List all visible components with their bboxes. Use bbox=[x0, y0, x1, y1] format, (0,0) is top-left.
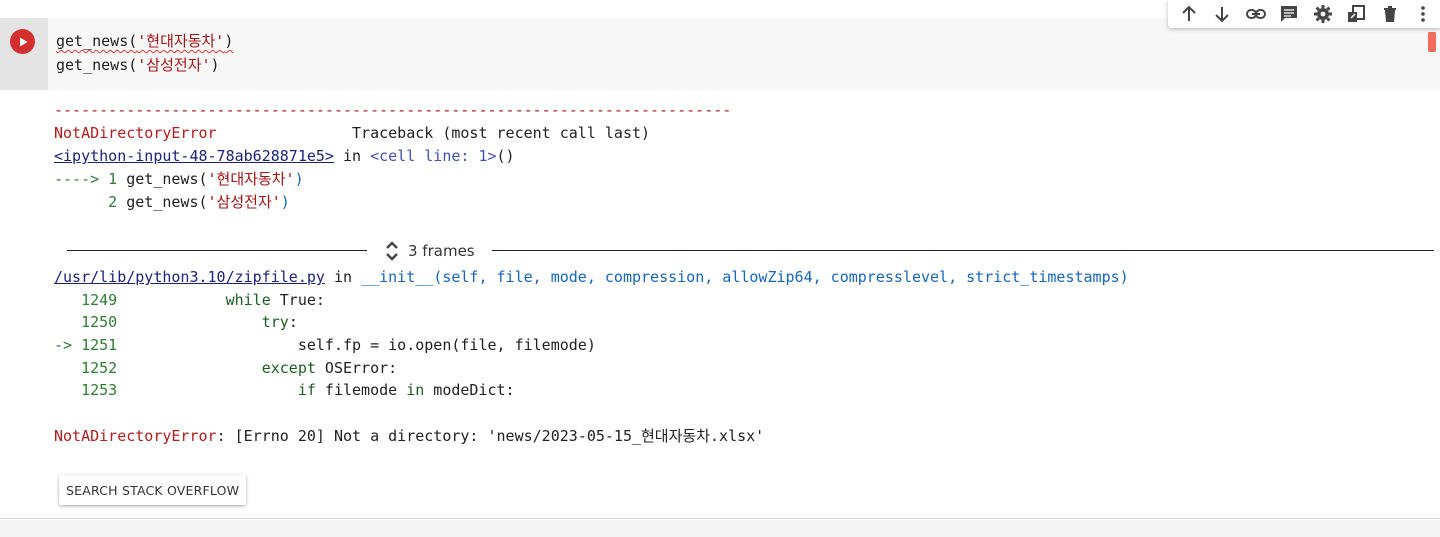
cell-line-ref: <cell line: 1> bbox=[370, 147, 497, 165]
cell-toolbar bbox=[1168, 0, 1440, 28]
code-line-1-text: get_news('현대자동차') bbox=[56, 32, 234, 50]
source-line-1250: 1250 try: bbox=[54, 313, 298, 331]
traceback-location: <ipython-input-48-78ab628871e5> in <cell… bbox=[54, 147, 515, 165]
unfold-icon bbox=[386, 241, 398, 261]
move-cell-up-button[interactable] bbox=[1172, 0, 1206, 28]
more-options-button[interactable] bbox=[1407, 0, 1440, 28]
final-error-line: NotADirectoryError: [Errno 20] Not a dir… bbox=[54, 425, 764, 447]
frame-args: (self, file, mode, compression, allowZip… bbox=[433, 268, 1129, 286]
zipfile-link[interactable]: /usr/lib/python3.10/zipfile.py bbox=[54, 268, 325, 286]
add-comment-button[interactable] bbox=[1273, 0, 1307, 28]
final-error-message: : [Errno 20] Not a directory: 'news/2023… bbox=[216, 427, 765, 445]
code-editor[interactable] bbox=[48, 18, 1440, 90]
error-name: NotADirectoryError bbox=[54, 124, 217, 142]
traceback-separator: ----------------------------------------… bbox=[54, 101, 732, 119]
comment-icon bbox=[1281, 6, 1298, 22]
arrow-down-icon bbox=[1215, 7, 1229, 23]
more-vert-icon bbox=[1421, 6, 1426, 22]
traceback-label: Traceback (most recent call last) bbox=[352, 124, 651, 142]
mirror-cell-icon bbox=[1348, 5, 1366, 22]
ipython-input-link[interactable]: <ipython-input-48-78ab628871e5> bbox=[54, 147, 334, 165]
frames-toggle[interactable]: 3 frames bbox=[384, 238, 475, 264]
run-cell-button[interactable] bbox=[10, 29, 35, 54]
mirror-cell-button[interactable] bbox=[1340, 0, 1374, 28]
delete-cell-button[interactable] bbox=[1373, 0, 1407, 28]
editor-scrollbar-marker[interactable] bbox=[1428, 32, 1436, 52]
search-stack-overflow-button[interactable]: SEARCH STACK OVERFLOW bbox=[59, 475, 247, 505]
source-line-1251: -> 1251 self.fp = io.open(file, filemode… bbox=[54, 336, 596, 354]
source-line-1252: 1252 except OSError: bbox=[54, 359, 398, 377]
code-line-2[interactable]: get_news('삼성전자') bbox=[56, 54, 220, 76]
frames-divider-left bbox=[67, 250, 367, 251]
code-line-1[interactable]: get_news('현대자동차') bbox=[56, 30, 233, 52]
cell-settings-button[interactable] bbox=[1306, 0, 1340, 28]
frames-label: 3 frames bbox=[408, 242, 475, 260]
move-cell-down-button[interactable] bbox=[1206, 0, 1240, 28]
frames-divider-right bbox=[492, 250, 1434, 251]
arrow-up-icon bbox=[1182, 5, 1196, 21]
source-line-1253: 1253 if filemode in modeDict: bbox=[54, 381, 515, 399]
notebook-cell: get_news('현대자동차') get_news('삼성전자') -----… bbox=[0, 0, 1440, 520]
source-line-1249: 1249 while True: bbox=[54, 291, 325, 309]
frame-header: /usr/lib/python3.10/zipfile.py in __init… bbox=[54, 268, 1129, 286]
link-icon bbox=[1245, 9, 1266, 19]
traceback-header: NotADirectoryError Traceback (most recen… bbox=[54, 122, 650, 144]
page-bottom-area bbox=[0, 520, 1440, 537]
frame-function: __init__ bbox=[361, 268, 434, 286]
cell-bottom-border bbox=[0, 518, 1440, 519]
final-error-name: NotADirectoryError bbox=[54, 427, 217, 445]
traceback-line-1: ----> 1 get_news('현대자동차') bbox=[54, 170, 304, 188]
trash-icon bbox=[1383, 6, 1396, 22]
traceback-line-2: 2 get_news('삼성전자') bbox=[54, 193, 290, 211]
link-to-cell-button[interactable] bbox=[1239, 0, 1273, 28]
play-icon bbox=[19, 37, 27, 46]
gear-icon bbox=[1313, 5, 1332, 23]
